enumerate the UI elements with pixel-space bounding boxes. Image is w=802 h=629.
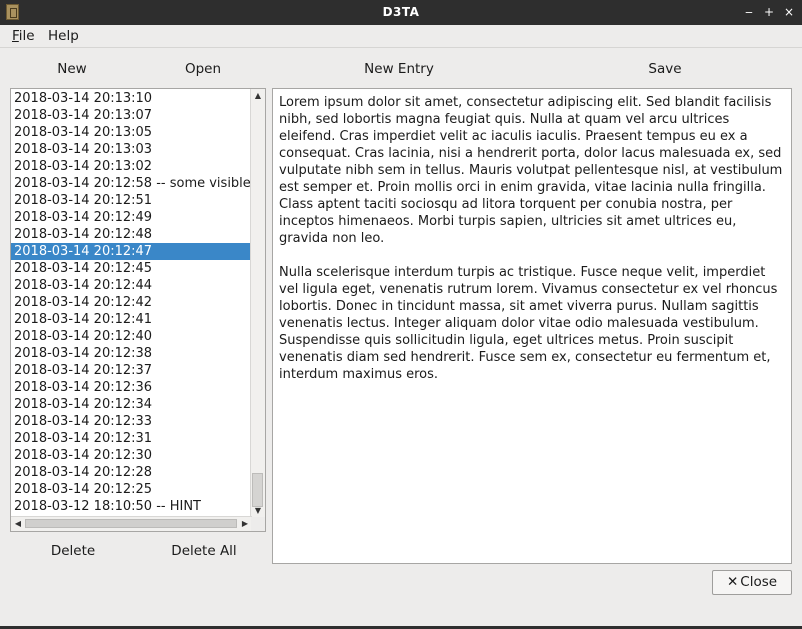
open-button[interactable]: Open: [170, 57, 236, 81]
horizontal-scroll-thumb[interactable]: [25, 519, 237, 528]
scroll-down-arrow-icon[interactable]: ▼: [251, 504, 265, 518]
menu-help[interactable]: Help: [48, 28, 79, 44]
window-close-button[interactable]: ×: [781, 4, 797, 20]
list-item[interactable]: 2018-03-14 20:12:31: [11, 430, 252, 447]
list-item[interactable]: 2018-03-14 20:12:38: [11, 345, 252, 362]
editor-paragraph-1: Lorem ipsum dolor sit amet, consectetur …: [279, 95, 783, 246]
list-item[interactable]: 2018-03-14 20:13:02: [11, 158, 252, 175]
list-item[interactable]: 2018-03-14 20:12:36: [11, 379, 252, 396]
maximize-button[interactable]: +: [761, 4, 777, 20]
list-item[interactable]: 2018-03-14 20:12:48: [11, 226, 252, 243]
list-item[interactable]: 2018-03-14 20:13:10: [11, 90, 252, 107]
entry-list[interactable]: 2018-03-14 20:13:10 2018-03-14 20:13:07 20…: [10, 88, 266, 532]
minimize-button[interactable]: ‒: [741, 4, 757, 20]
scroll-up-arrow-icon[interactable]: ▲: [251, 89, 265, 103]
new-button[interactable]: New: [40, 57, 104, 81]
delete-all-button[interactable]: Delete All: [160, 539, 248, 563]
list-item[interactable]: 2018-03-14 20:12:25: [11, 481, 252, 498]
list-item[interactable]: 2018-03-14 20:12:33: [11, 413, 252, 430]
editor-paragraph-2: Nulla scelerisque interdum turpis ac tri…: [279, 265, 778, 382]
vertical-scrollbar[interactable]: ▲ ▼: [250, 89, 265, 518]
list-item[interactable]: 2018-03-14 20:12:45: [11, 260, 252, 277]
menu-file-rest: ile: [18, 28, 35, 44]
scrollbar-corner: [251, 517, 265, 531]
list-item[interactable]: 2018-03-12 18:10:50 -- HINT: [11, 498, 252, 515]
entry-text-editor[interactable]: Lorem ipsum dolor sit amet, consectetur …: [272, 88, 792, 564]
list-item[interactable]: 2018-03-14 20:12:42: [11, 294, 252, 311]
list-item[interactable]: 2018-03-14 20:12:41: [11, 311, 252, 328]
vertical-scroll-thumb[interactable]: [252, 473, 263, 507]
list-item[interactable]: 2018-03-14 20:12:58 -- some visible text: [11, 175, 252, 192]
list-item[interactable]: 2018-03-14 20:12:28: [11, 464, 252, 481]
horizontal-scrollbar[interactable]: ◀ ▶: [11, 516, 252, 531]
menu-bar: File Help: [0, 25, 802, 48]
close-icon: ✕: [726, 574, 739, 590]
close-button[interactable]: ✕ Close: [712, 570, 792, 595]
save-button[interactable]: Save: [630, 57, 700, 81]
delete-button[interactable]: Delete: [38, 539, 108, 563]
new-entry-button[interactable]: New Entry: [344, 57, 454, 81]
close-button-label: Close: [740, 574, 778, 590]
list-item[interactable]: 2018-03-14 20:12:37: [11, 362, 252, 379]
menu-file[interactable]: File: [12, 28, 35, 44]
scroll-left-arrow-icon[interactable]: ◀: [11, 517, 25, 531]
scroll-right-arrow-icon[interactable]: ▶: [238, 517, 252, 531]
list-item[interactable]: 2018-03-14 20:12:51: [11, 192, 252, 209]
title-bar: D3TA ‒ + ×: [0, 0, 802, 25]
entry-list-rows: 2018-03-14 20:13:10 2018-03-14 20:13:07 20…: [11, 90, 252, 518]
list-item[interactable]: 2018-03-14 20:13:07: [11, 107, 252, 124]
window-title: D3TA: [382, 5, 420, 19]
list-item[interactable]: 2018-03-14 20:12:40: [11, 328, 252, 345]
list-item[interactable]: 2018-03-14 20:13:05: [11, 124, 252, 141]
list-item[interactable]: 2018-03-14 20:12:44: [11, 277, 252, 294]
list-item[interactable]: 2018-03-14 20:12:49: [11, 209, 252, 226]
list-item[interactable]: 2018-03-14 20:12:34: [11, 396, 252, 413]
list-item-selected[interactable]: 2018-03-14 20:12:47: [11, 243, 252, 260]
menu-file-mnemonic: F: [12, 28, 19, 44]
list-item[interactable]: 2018-03-14 20:12:30: [11, 447, 252, 464]
list-item[interactable]: 2018-03-14 20:13:03: [11, 141, 252, 158]
